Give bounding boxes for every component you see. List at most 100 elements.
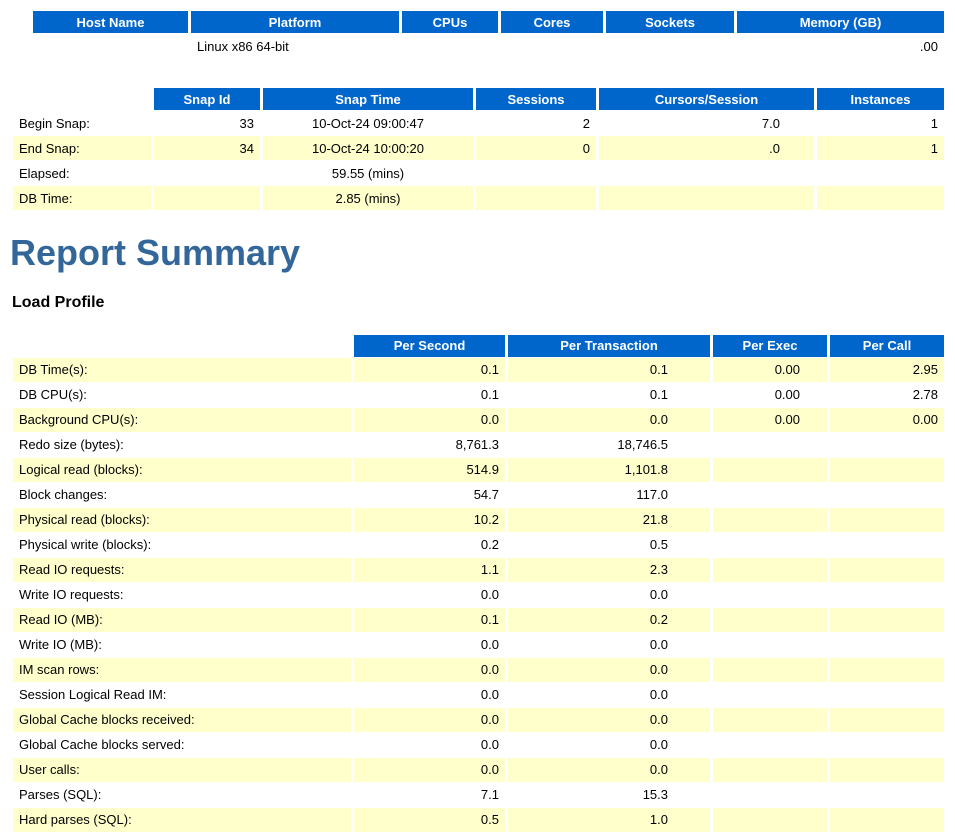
per-second-cell: 0.0 xyxy=(480,412,499,428)
metric-label-cell: Background CPU(s): xyxy=(19,412,139,428)
cursors-per-session-cell: 7.0 xyxy=(761,115,780,131)
metric-label-cell: Global Cache blocks received: xyxy=(19,712,195,728)
metric-label-cell: Read IO requests: xyxy=(19,562,125,578)
snap-time-header: Snap Time xyxy=(263,88,473,110)
per-call-cell xyxy=(830,633,944,657)
per-transaction-cell: 1.0 xyxy=(649,812,668,828)
load-profile-row: DB Time(s): 0.1 0.1 0.00 2.95 xyxy=(13,357,944,382)
per-transaction-cell: 0.0 xyxy=(649,712,668,728)
snapshot-table-body: Begin Snap: 33 10-Oct-24 09:00:47 2 7.0 … xyxy=(13,111,944,210)
per-second-cell: 0.5 xyxy=(480,812,499,828)
per-call-cell xyxy=(830,783,944,807)
per-second-cell: 0.0 xyxy=(480,587,499,603)
per-transaction-cell: 0.0 xyxy=(649,412,668,428)
per-call-cell xyxy=(830,583,944,607)
snap-id-cell xyxy=(154,161,260,185)
per-exec-cell: 0.00 xyxy=(774,362,800,378)
per-transaction-cell: 1,101.8 xyxy=(624,462,668,478)
per-transaction-header: Per Transaction xyxy=(508,334,710,357)
metric-label-cell: Hard parses (SQL): xyxy=(19,812,132,828)
per-exec-cell xyxy=(713,533,827,557)
per-call-cell: 2.95 xyxy=(912,362,938,378)
load-profile-row: Redo size (bytes): 8,761.3 18,746.5 xyxy=(13,433,944,457)
per-second-cell: 0.0 xyxy=(480,662,499,678)
per-exec-cell xyxy=(713,508,827,532)
load-profile-row: Read IO (MB): 0.1 0.2 xyxy=(13,607,944,632)
per-call-cell xyxy=(830,433,944,457)
load-profile-heading: Load Profile xyxy=(12,293,105,311)
memory-cell: .00 xyxy=(919,38,938,54)
metric-label-cell: DB CPU(s): xyxy=(19,387,87,403)
load-profile-row: Session Logical Read IM: 0.0 0.0 xyxy=(13,683,944,707)
metric-label-cell: Redo size (bytes): xyxy=(19,437,124,453)
load-profile-header-row: Per Second Per Transaction Per Exec Per … xyxy=(13,334,944,357)
per-second-cell: 0.0 xyxy=(480,712,499,728)
per-transaction-cell: 2.3 xyxy=(649,562,668,578)
per-transaction-cell: 0.1 xyxy=(649,362,668,378)
snap-time-cell: 2.85 (mins) xyxy=(335,190,401,206)
per-transaction-cell: 0.0 xyxy=(649,662,668,678)
per-exec-cell xyxy=(713,658,827,682)
load-profile-row: Logical read (blocks): 514.9 1,101.8 xyxy=(13,457,944,482)
load-profile-row: Background CPU(s): 0.0 0.0 0.00 0.00 xyxy=(13,407,944,432)
sessions-cell xyxy=(476,161,596,185)
instances-cell xyxy=(817,161,944,185)
per-exec-cell xyxy=(713,608,827,632)
metric-label-cell: Physical write (blocks): xyxy=(19,537,152,553)
sessions-cell: 2 xyxy=(582,115,590,131)
per-transaction-cell: 0.2 xyxy=(649,612,668,628)
per-second-header: Per Second xyxy=(354,334,505,357)
per-call-cell xyxy=(830,758,944,782)
per-exec-cell xyxy=(713,483,827,507)
per-second-cell: 0.1 xyxy=(480,362,499,378)
snapshot-table: Snap Id Snap Time Sessions Cursors/Sessi… xyxy=(10,87,947,211)
load-profile-row: Block changes: 54.7 117.0 xyxy=(13,483,944,507)
per-transaction-cell: 0.0 xyxy=(649,587,668,603)
per-call-cell xyxy=(830,708,944,732)
load-profile-row: Global Cache blocks served: 0.0 0.0 xyxy=(13,733,944,757)
metric-label-cell: Write IO (MB): xyxy=(19,637,102,653)
memory-header: Memory (GB) xyxy=(737,11,944,33)
per-exec-cell xyxy=(713,683,827,707)
per-transaction-cell: 21.8 xyxy=(642,512,668,528)
per-call-cell xyxy=(830,483,944,507)
load-profile-row: Hard parses (SQL): 0.5 1.0 xyxy=(13,807,944,832)
load-profile-row: Write IO (MB): 0.0 0.0 xyxy=(13,633,944,657)
sessions-cell: 0 xyxy=(582,140,590,156)
per-second-cell: 10.2 xyxy=(473,512,499,528)
instances-cell: 1 xyxy=(930,115,938,131)
per-exec-cell: 0.00 xyxy=(774,387,800,403)
metric-label-cell: Read IO (MB): xyxy=(19,612,103,628)
per-transaction-cell: 0.0 xyxy=(649,637,668,653)
per-exec-cell xyxy=(713,783,827,807)
per-second-cell: 0.2 xyxy=(480,537,499,553)
per-call-cell xyxy=(830,458,944,482)
instances-header: Instances xyxy=(817,88,944,110)
per-exec-cell xyxy=(713,808,827,832)
cpus-header: CPUs xyxy=(402,11,498,33)
load-profile-table: Per Second Per Transaction Per Exec Per … xyxy=(10,334,947,833)
snapshot-corner-header xyxy=(13,88,151,110)
per-second-cell: 0.0 xyxy=(480,737,499,753)
load-profile-row: IM scan rows: 0.0 0.0 xyxy=(13,657,944,682)
snap-id-cell: 33 xyxy=(239,115,254,131)
load-profile-row: User calls: 0.0 0.0 xyxy=(13,757,944,782)
cursors-per-session-cell xyxy=(599,161,814,185)
report-summary-heading: Report Summary xyxy=(10,232,301,273)
snapshot-row: End Snap: 34 10-Oct-24 10:00:20 0 .0 1 xyxy=(13,136,944,160)
per-second-cell: 0.1 xyxy=(480,612,499,628)
per-transaction-cell: 18,746.5 xyxy=(617,437,668,453)
snapshot-row-label: DB Time: xyxy=(19,190,73,206)
per-exec-cell xyxy=(713,758,827,782)
snap-time-cell: 10-Oct-24 09:00:47 xyxy=(311,115,425,131)
platform-header: Platform xyxy=(191,11,399,33)
snapshot-row-label: End Snap: xyxy=(19,140,80,156)
per-transaction-cell: 15.3 xyxy=(642,787,668,803)
sockets-header: Sockets xyxy=(606,11,734,33)
metric-label-cell: Write IO requests: xyxy=(19,587,124,603)
load-profile-row: Parses (SQL): 7.1 15.3 xyxy=(13,783,944,807)
snapshot-row: Begin Snap: 33 10-Oct-24 09:00:47 2 7.0 … xyxy=(13,111,944,135)
per-second-cell: 54.7 xyxy=(473,487,499,503)
host-info-table: Host Name Platform CPUs Cores Sockets Me… xyxy=(30,10,947,59)
per-call-cell xyxy=(830,733,944,757)
